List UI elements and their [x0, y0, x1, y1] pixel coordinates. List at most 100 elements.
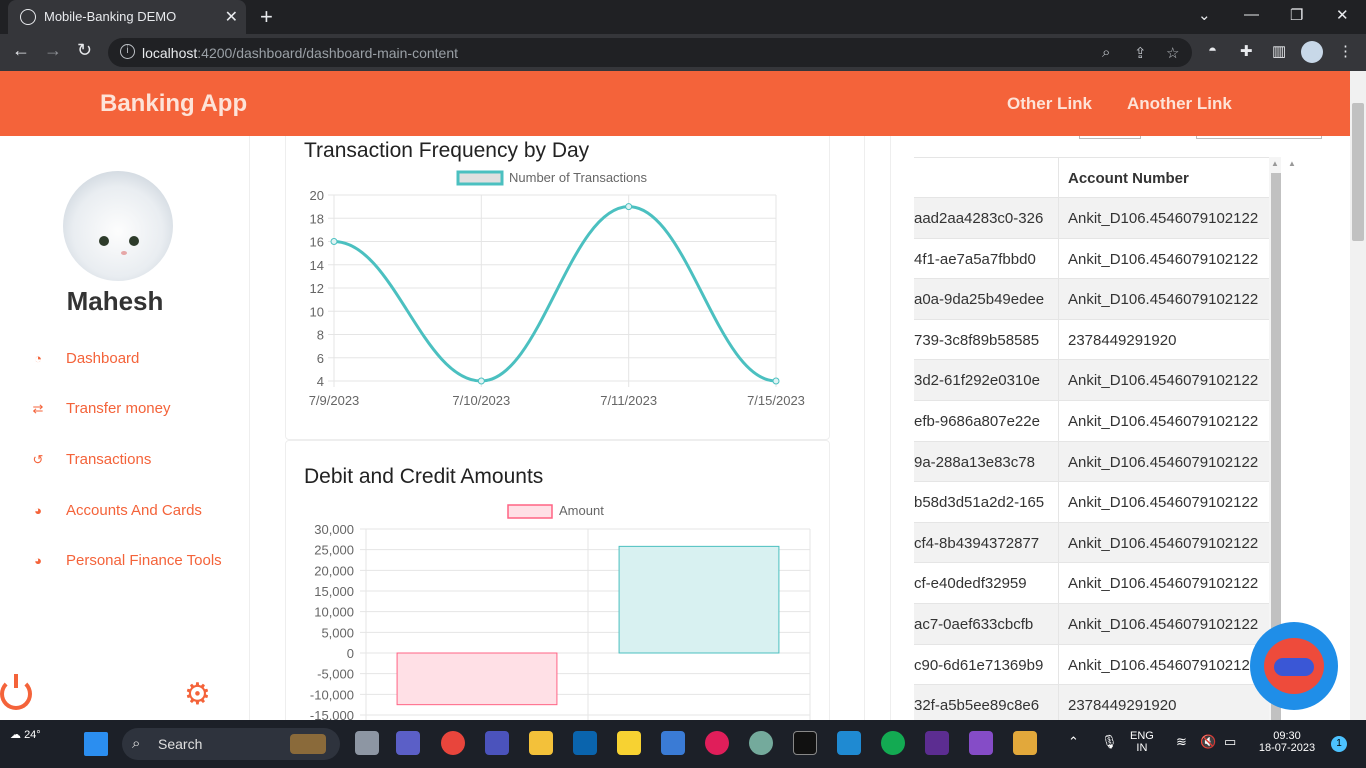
transaction-id-cell: cf4-8b4394372877: [914, 522, 1059, 564]
header-link-other[interactable]: Other Link: [1007, 94, 1092, 114]
header-link-another[interactable]: Another Link: [1127, 94, 1232, 114]
chrome-icon[interactable]: [441, 731, 465, 755]
table-header-account-number[interactable]: Account Number: [1068, 170, 1189, 187]
language-indicator[interactable]: ENG IN: [1130, 730, 1154, 754]
bar-chart: Amount 30,000 25,000 20,000 15,000 10,000 5,00…: [310, 503, 811, 720]
zoom-icon[interactable]: ⌕: [1102, 44, 1110, 61]
windows-start-icon[interactable]: [84, 732, 108, 756]
account-number-cell: Ankit_D106.4546079102122: [1068, 494, 1259, 512]
table-row[interactable]: 326-aad2aa4283c0 Ankit_D106.4546079102122: [914, 197, 1270, 239]
profile-avatar-icon[interactable]: [1301, 41, 1323, 63]
back-icon[interactable]: ←: [12, 40, 30, 61]
battery-icon[interactable]: ▭: [1224, 734, 1236, 750]
data-point[interactable]: [772, 377, 780, 385]
table-row[interactable]: efb-9686a807e22e Ankit_D106.4546079102122: [914, 400, 1270, 442]
data-point[interactable]: [330, 238, 338, 245]
account-number-cell: Ankit_D106.4546079102122: [1068, 291, 1259, 309]
transactions-table: Account Number 326-aad2aa4283c0 Ankit_D10…: [914, 157, 1270, 720]
table-row[interactable]: cf-e40dedf32959 Ankit_D106.4546079102122: [914, 562, 1270, 605]
new-tab-button[interactable]: +: [260, 4, 273, 30]
power-icon[interactable]: [0, 674, 32, 710]
filter-select[interactable]: [1196, 136, 1322, 139]
taskbar-search[interactable]: ⌕ Search: [122, 728, 340, 760]
bar[interactable]: [618, 545, 780, 654]
weather-widget[interactable]: ☁ 24°: [10, 728, 41, 741]
tab-search-icon[interactable]: ⌄: [1198, 6, 1211, 24]
browser-tab[interactable]: Mobile-Banking DEMO ✕: [8, 0, 246, 34]
speaker-muted-icon[interactable]: 🔇: [1200, 734, 1216, 750]
legend-label[interactable]: Number of Transactions: [509, 170, 648, 185]
bookmark-star-icon[interactable]: ☆: [1166, 44, 1179, 62]
scroll-up-arrow-icon[interactable]: ▲: [1288, 159, 1296, 168]
minimize-button[interactable]: —: [1244, 6, 1259, 23]
brand-logo[interactable]: Banking App: [100, 90, 247, 118]
side-panel-icon[interactable]: ▥: [1272, 42, 1286, 60]
table-row[interactable]: 739-3c8f89b58585 2378449291920: [914, 318, 1270, 361]
sidebar-item-label: Transfer money: [66, 400, 171, 417]
account-number-cell: Ankit_D106.4546079102122: [1068, 453, 1259, 471]
mongodb-icon[interactable]: [881, 731, 905, 755]
microphone-icon[interactable]: 🎙: [1101, 734, 1118, 750]
table-row[interactable]: 9a-288a13e83c78 Ankit_D106.4546079102122: [914, 440, 1270, 483]
app-a-icon[interactable]: [793, 731, 817, 755]
transaction-id-cell: cf-e40dedf32959: [914, 563, 1059, 605]
tools-icon[interactable]: [1013, 731, 1037, 755]
user-name: Mahesh: [66, 286, 164, 316]
pie-chart-icon: ◕: [34, 553, 42, 568]
teams-icon[interactable]: [485, 731, 509, 755]
site-info-icon[interactable]: i: [120, 44, 135, 59]
table-row[interactable]: cf4-8b4394372877 Ankit_D106.4546079102122: [914, 521, 1270, 564]
table-row[interactable]: a0a-9da25b49edee Ankit_D106.4546079102122: [914, 278, 1270, 321]
table-row[interactable]: ac7-0aef633cbcfb Ankit_D106.4546079102122: [914, 603, 1270, 645]
outlook-icon[interactable]: [573, 731, 597, 755]
file-explorer-icon[interactable]: [529, 731, 553, 755]
reload-icon[interactable]: ↻: [77, 40, 92, 61]
extensions-puzzle-icon[interactable]: ✚: [1240, 42, 1253, 60]
chatgpt-icon[interactable]: [749, 731, 773, 755]
gear-icon[interactable]: ⚙: [184, 680, 211, 710]
legend-swatch[interactable]: [507, 504, 553, 519]
slack-icon[interactable]: [705, 731, 729, 755]
table-row[interactable]: 4f1-ae7a5a7fbbd0 Ankit_D106.4546079102122: [914, 237, 1270, 280]
filter-input[interactable]: [1079, 136, 1141, 139]
address-bar[interactable]: i localhost:4200/dashboard/dashboard-mai…: [108, 38, 1192, 67]
visual-studio-icon[interactable]: [969, 731, 993, 755]
legend-swatch[interactable]: [456, 170, 504, 186]
terminal-icon[interactable]: [925, 731, 949, 755]
y-tick-label: 20,000: [314, 563, 354, 578]
wifi-icon[interactable]: ≋: [1176, 734, 1187, 750]
vscode-icon[interactable]: [837, 731, 861, 755]
notification-badge[interactable]: 1: [1331, 736, 1347, 752]
transaction-id-cell: 3d2-61f292e0310e: [914, 360, 1059, 402]
account-number-cell: Ankit_D106.4546079102122: [1068, 210, 1259, 227]
clock[interactable]: 09:30 18-07-2023: [1254, 730, 1320, 754]
table-row[interactable]: 3d2-61f292e0310e Ankit_D106.4546079102122: [914, 359, 1270, 402]
data-point[interactable]: [477, 377, 485, 385]
transaction-id-cell: 9a-288a13e83c78: [914, 441, 1059, 483]
extension-off-icon[interactable]: ◓: [1208, 42, 1217, 59]
show-hidden-icons-icon[interactable]: ⌃: [1068, 734, 1079, 750]
close-window-button[interactable]: ✕: [1336, 6, 1349, 24]
legend-label[interactable]: Amount: [559, 503, 604, 518]
table-row[interactable]: 32f-a5b5ee89c8e6 2378449291920: [914, 684, 1270, 720]
y-tick-label: 6: [317, 351, 324, 366]
table-row[interactable]: 165-b58d3d51a2d2 Ankit_D106.4546079102122: [914, 481, 1270, 524]
page-scrollbar[interactable]: [1350, 71, 1366, 720]
maximize-button[interactable]: ❐: [1290, 6, 1303, 24]
meet-icon[interactable]: [396, 731, 420, 755]
sticky-notes-icon[interactable]: [617, 731, 641, 755]
browser-menu-icon[interactable]: ⋮: [1338, 42, 1353, 60]
scrollbar-thumb[interactable]: [1352, 103, 1364, 241]
share-icon[interactable]: ⇪: [1134, 44, 1147, 62]
task-view-icon[interactable]: [355, 731, 379, 755]
notepad-icon[interactable]: [661, 731, 685, 755]
close-tab-icon[interactable]: ✕: [225, 7, 238, 27]
chatbot-assistant-icon[interactable]: [1250, 622, 1338, 710]
bar[interactable]: [396, 652, 558, 706]
table-row[interactable]: c90-6d61e71369b9 Ankit_D106.4546079102122: [914, 643, 1270, 686]
y-tick-label: 15,000: [314, 584, 354, 599]
account-number-cell: Ankit_D106.4546079102122: [1068, 616, 1259, 633]
url-text: localhost:4200/dashboard/dashboard-main-…: [142, 45, 459, 61]
data-point[interactable]: [625, 203, 633, 211]
forward-icon[interactable]: →: [44, 40, 62, 61]
